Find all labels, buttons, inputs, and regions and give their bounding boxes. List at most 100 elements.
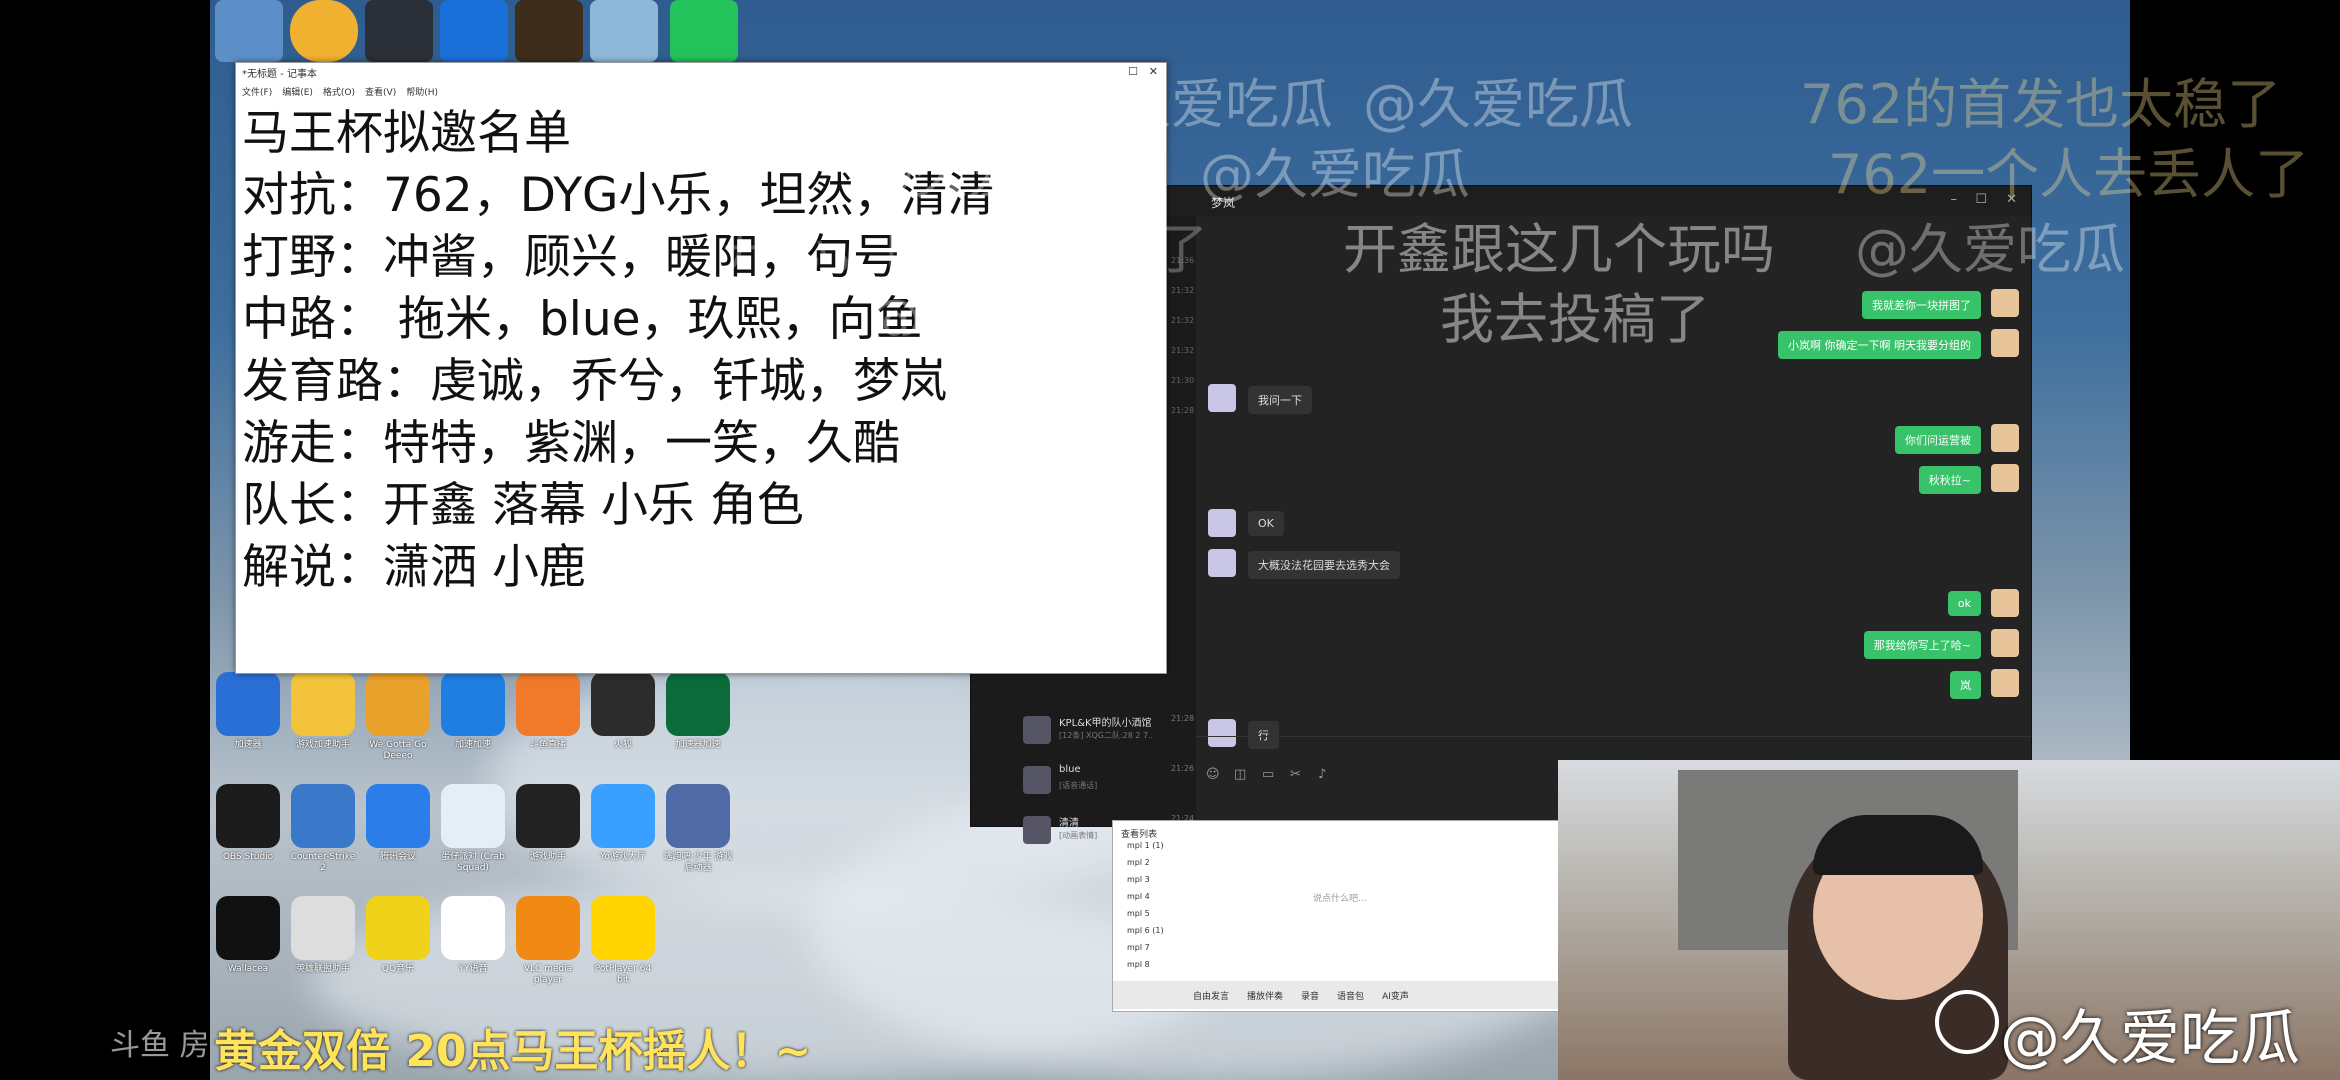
- message-bubble-sent: 那我给你写上了哈~: [1863, 631, 1981, 659]
- session-time: 21:26: [1171, 764, 1195, 773]
- app-icon: [291, 672, 355, 736]
- desktop-icon-label: Yo游戏大厅: [600, 852, 646, 862]
- desktop-icon[interactable]: 加速加速: [438, 672, 508, 751]
- app-icon: [441, 672, 505, 736]
- voice-toolbar-button[interactable]: 录音: [1301, 989, 1319, 1002]
- desktop-icon[interactable]: Yo游戏大厅: [588, 784, 658, 863]
- desktop-icon[interactable]: 游戏助手: [513, 784, 583, 863]
- session-item[interactable]: KPL&K甲的队小酒馆 [12条] XQG二队:28 2 7.. 21:28: [971, 706, 1196, 754]
- session-time: 21:32: [1171, 286, 1195, 295]
- menu-item[interactable]: 帮助(H): [406, 85, 438, 101]
- desktop-icon-label: 腾讯会议: [379, 852, 416, 862]
- avatar: [1991, 329, 2019, 357]
- desktop-icon[interactable]: 火狐: [588, 672, 658, 751]
- app-icon: [666, 784, 730, 848]
- message-bubble-sent: 秋秋拉~: [1918, 466, 1981, 494]
- message-bubble-sent: 我就差你一块拼图了: [1862, 291, 1981, 319]
- channel-item[interactable]: mpl 8: [1127, 960, 1307, 977]
- session-item[interactable]: blue [语音通话] 21:26: [971, 756, 1196, 804]
- desktop-icon[interactable]: 加速器加速: [663, 672, 733, 751]
- app-icon: [441, 896, 505, 960]
- desktop-icon-label: 英雄联盟助手: [295, 964, 350, 974]
- app-icon: [216, 896, 280, 960]
- channel-item[interactable]: mpl 4: [1127, 892, 1307, 909]
- desktop-icon[interactable]: PotPlayer 64 bit: [588, 896, 658, 986]
- session-time: 21:28: [1171, 714, 1195, 723]
- desktop-icon[interactable]: We Gotta Go Deeeo: [363, 672, 433, 762]
- watermark: @久爱吃瓜: [1363, 73, 1633, 136]
- desktop-icon[interactable]: OBS Studio: [213, 784, 283, 863]
- danmaku: 开心，队长度太低了: [722, 218, 1208, 281]
- avatar: [1023, 716, 1051, 744]
- desktop-icon-label: 游戏助手: [529, 852, 566, 862]
- avatar: [1991, 424, 2019, 452]
- session-time: 21:32: [1171, 346, 1195, 355]
- desktop-icon-label: We Gotta Go Deeeo: [369, 740, 427, 761]
- desktop-icon[interactable]: QQ音乐: [363, 896, 433, 975]
- channel-item[interactable]: mpl 1 (1): [1127, 841, 1307, 858]
- channel-item[interactable]: mpl 2: [1127, 858, 1307, 875]
- avatar: [1023, 766, 1051, 794]
- desktop-icon-label: Wallacea: [227, 964, 269, 974]
- desktop-icon[interactable]: 斗鱼直播: [513, 672, 583, 751]
- menu-item[interactable]: 编辑(E): [282, 85, 313, 101]
- voice-toolbar-button[interactable]: 语音包: [1337, 989, 1364, 1002]
- desktop-icon[interactable]: Counter-Strike 2: [288, 784, 358, 874]
- sanguo14-icon[interactable]: [515, 0, 583, 62]
- desktop-icon-label: 加速器加速: [675, 740, 721, 750]
- notepad-line: 队长：开鑫 落幕 小乐 角色: [242, 478, 804, 533]
- app-icon: [216, 672, 280, 736]
- capture-app-icon[interactable]: [440, 0, 508, 62]
- voice-toolbar-button[interactable]: 自由发言: [1193, 989, 1229, 1002]
- desktop-icon-label: 游戏加速助手: [295, 740, 350, 750]
- desktop-icon[interactable]: 加速器: [213, 672, 283, 751]
- desktop-icon[interactable]: 游戏加速助手: [288, 672, 358, 751]
- channel-item[interactable]: mpl 3: [1127, 875, 1307, 892]
- app-icon: [591, 784, 655, 848]
- app-icon: [516, 784, 580, 848]
- desktop-icon[interactable]: 蛋仔派对 (Crab Squad): [438, 784, 508, 874]
- message-input[interactable]: 说点什么吧...: [1313, 891, 1558, 909]
- valorant-icon[interactable]: [365, 0, 433, 62]
- avatar: [1991, 629, 2019, 657]
- emoji-icon[interactable]: ☺: [1206, 767, 1220, 782]
- session-name: blue: [1059, 764, 1081, 775]
- desktop-icon[interactable]: 英雄联盟助手: [288, 896, 358, 975]
- folder-icon[interactable]: ▭: [1262, 767, 1274, 782]
- app-icon: [666, 672, 730, 736]
- raccoon-app-icon[interactable]: [290, 0, 358, 62]
- desktop-icon[interactable]: 腾讯会议: [363, 784, 433, 863]
- notes-icon[interactable]: [590, 0, 658, 62]
- list-header: 查看列表: [1121, 830, 1158, 840]
- session-name: KPL&K甲的队小酒馆: [1059, 718, 1152, 729]
- danmaku: 开鑫跟这几个玩吗: [1343, 218, 1775, 281]
- desktop-icon[interactable]: Wallacea: [213, 896, 283, 975]
- desktop-icon[interactable]: YY语音: [438, 896, 508, 975]
- menu-item[interactable]: 文件(F): [242, 85, 272, 101]
- channel-item[interactable]: mpl 5: [1127, 909, 1307, 926]
- app-icon: [366, 784, 430, 848]
- scissors-icon[interactable]: ✂: [1290, 767, 1301, 782]
- app-icon: [366, 672, 430, 736]
- message-bubble-received: OK: [1248, 511, 1284, 536]
- box-icon[interactable]: ◫: [1234, 767, 1246, 782]
- watermark: @久爱吃瓜: [1855, 218, 2125, 281]
- marquee-text: 黄金双倍 20点马王杯摇人！~: [214, 1026, 812, 1077]
- app-icon: [441, 784, 505, 848]
- channel-item[interactable]: mpl 6 (1): [1127, 926, 1307, 943]
- channel-item[interactable]: mpl 7: [1127, 943, 1307, 960]
- desktop-icon[interactable]: VLC media player: [513, 896, 583, 986]
- voice-toolbar-button[interactable]: AI变声: [1382, 989, 1409, 1002]
- menu-item[interactable]: 格式(O): [323, 85, 355, 101]
- wechat-icon[interactable]: [670, 0, 738, 62]
- danmaku: 我去投稿了: [1440, 288, 1710, 351]
- computer-icon[interactable]: [215, 0, 283, 62]
- avatar: [1023, 816, 1051, 844]
- voice-toolbar-button[interactable]: 播放伴奏: [1247, 989, 1283, 1002]
- desktop-icon-label: OBS Studio: [222, 852, 274, 862]
- desktop-icon[interactable]: 逃跑吧·少年 游戏启动器: [663, 784, 733, 874]
- avatar: [1991, 464, 2019, 492]
- session-time: 21:32: [1171, 316, 1195, 325]
- menu-item[interactable]: 查看(V): [365, 85, 396, 101]
- mic-icon[interactable]: ♪: [1318, 767, 1326, 782]
